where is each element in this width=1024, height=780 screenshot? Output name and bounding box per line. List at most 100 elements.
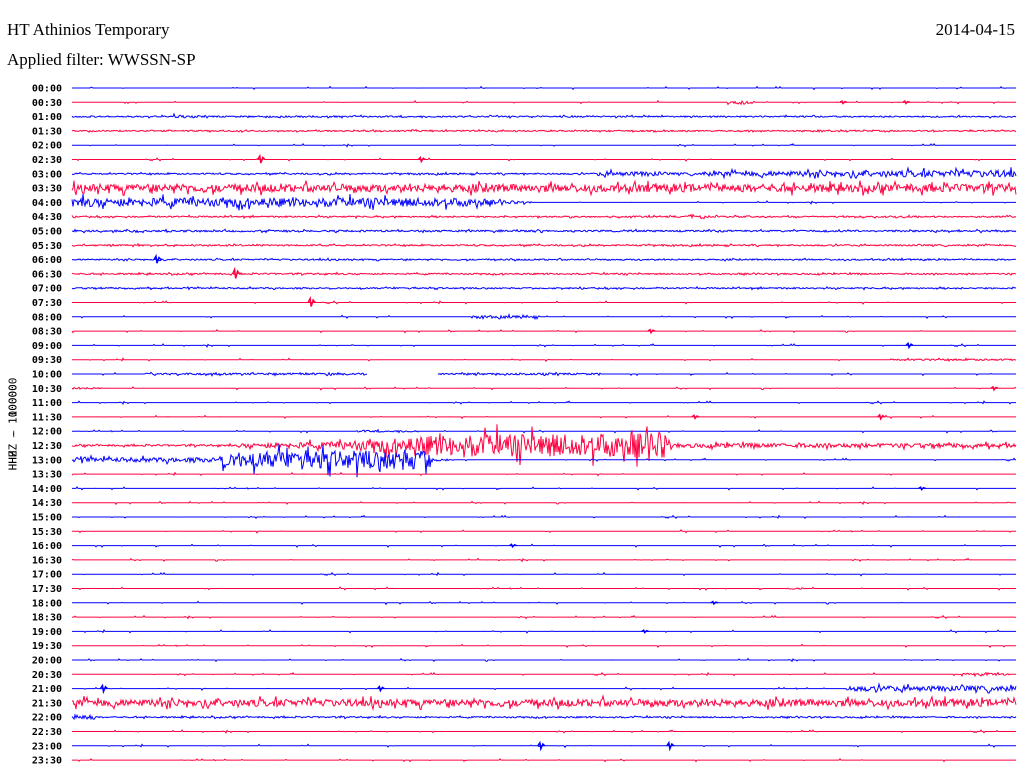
time-label: 22:30: [32, 727, 62, 738]
time-label: 16:00: [32, 541, 62, 552]
time-label: 07:30: [32, 298, 62, 309]
trace-1800: [72, 600, 1016, 606]
event-spike: [537, 740, 546, 752]
trace-0100: [71, 112, 1017, 119]
time-label: 16:30: [32, 555, 62, 566]
time-label: 20:00: [32, 656, 62, 667]
time-label: 03:00: [32, 169, 62, 180]
trace-1330: [71, 471, 1016, 477]
trace-1030: [71, 386, 1017, 391]
time-label: 10:30: [32, 384, 62, 395]
time-label: 08:00: [32, 312, 62, 323]
trace-2030: [72, 671, 1016, 678]
trace-0330: [71, 179, 1017, 197]
time-label: 02:00: [32, 141, 62, 152]
time-label: 13:00: [32, 455, 62, 466]
trace-0200: [72, 142, 1016, 148]
time-label: 14:00: [32, 484, 62, 495]
trace-0730: [72, 300, 1016, 305]
trace-0530: [71, 242, 1017, 248]
event-spike: [691, 414, 700, 420]
event-spike: [918, 486, 926, 491]
event-spike: [990, 385, 999, 392]
time-label: 09:00: [32, 341, 62, 352]
time-label: 20:30: [32, 670, 62, 681]
time-label: 14:30: [32, 498, 62, 509]
time-label: 13:30: [32, 470, 62, 481]
event-spike: [509, 543, 517, 549]
event-spike: [877, 413, 886, 421]
trace-0400: [71, 193, 1016, 211]
time-label: 09:30: [32, 355, 62, 366]
trace-1300: [71, 444, 1016, 478]
event-spike: [647, 328, 656, 335]
trace-0430: [71, 213, 1017, 220]
trace-1630: [71, 557, 1016, 563]
trace-0000: [72, 85, 1016, 91]
trace-1730: [72, 586, 1016, 591]
time-label: 17:30: [32, 584, 62, 595]
time-label: 23:30: [32, 756, 62, 767]
time-label: 11:30: [32, 412, 62, 423]
time-label: 18:30: [32, 613, 62, 624]
trace-0300: [71, 166, 1017, 180]
trace-0630: [71, 271, 1017, 277]
trace-1400: [72, 486, 1016, 491]
trace-1100: [72, 400, 1016, 406]
time-label: 06:00: [32, 255, 62, 266]
time-label: 15:00: [32, 513, 62, 524]
time-label: 19:00: [32, 627, 62, 638]
trace-1530: [72, 529, 1016, 534]
trace-1930: [72, 643, 1016, 649]
time-label: 06:30: [32, 269, 62, 280]
trace-2200: [71, 713, 1017, 721]
trace-2000: [72, 657, 1016, 663]
time-label: 04:30: [32, 212, 62, 223]
time-label: 01:30: [32, 126, 62, 137]
trace-2230: [72, 729, 1016, 734]
trace-0230: [72, 157, 1016, 162]
trace-1430: [72, 500, 1016, 506]
event-spike: [376, 685, 385, 693]
helicorder-plot: 00:00 00:30 01:00 01:30 02:00 02:30 03:00 03:30…: [32, 84, 1017, 767]
time-label: 03:30: [32, 184, 62, 195]
trace-2330: [72, 757, 1016, 763]
trace-2130: [71, 694, 1017, 711]
trace-0130: [71, 128, 1017, 134]
trace-0930: [72, 357, 1017, 363]
trace-1600: [72, 543, 1016, 549]
time-label: 17:00: [32, 570, 62, 581]
time-label: 21:30: [32, 698, 62, 709]
time-label: 12:00: [32, 427, 62, 438]
time-label: 01:00: [32, 112, 62, 123]
event-spike: [641, 629, 649, 634]
event-spike: [710, 600, 719, 606]
time-label: 05:00: [32, 227, 62, 238]
trace-0600: [71, 257, 1017, 262]
time-label: 11:00: [32, 398, 62, 409]
trace-0830: [71, 328, 1016, 334]
trace-0800: [72, 312, 1016, 321]
time-label: 15:30: [32, 527, 62, 538]
trace-1500: [72, 514, 1016, 520]
time-label: 23:00: [32, 741, 62, 752]
trace-1200: [72, 428, 1016, 434]
event-spike: [417, 156, 426, 164]
trace-2100: [72, 682, 1017, 695]
trace-1900: [72, 628, 1016, 634]
time-label: 04:00: [32, 198, 62, 209]
time-label: 00:30: [32, 98, 62, 109]
trace-0030: [72, 99, 1016, 106]
time-label: 07:00: [32, 284, 62, 295]
trace-1830: [72, 614, 1017, 620]
time-label: 00:00: [32, 84, 62, 95]
trace-1130: [72, 414, 1016, 420]
time-label: 10:00: [32, 370, 62, 381]
event-spike: [902, 100, 911, 105]
trace-0700: [71, 285, 1017, 291]
time-label: 21:00: [32, 684, 62, 695]
time-label: 12:30: [32, 441, 62, 452]
trace-0500: [71, 228, 1017, 234]
trace-1700: [72, 571, 1016, 577]
trace-1000: [72, 371, 1016, 377]
